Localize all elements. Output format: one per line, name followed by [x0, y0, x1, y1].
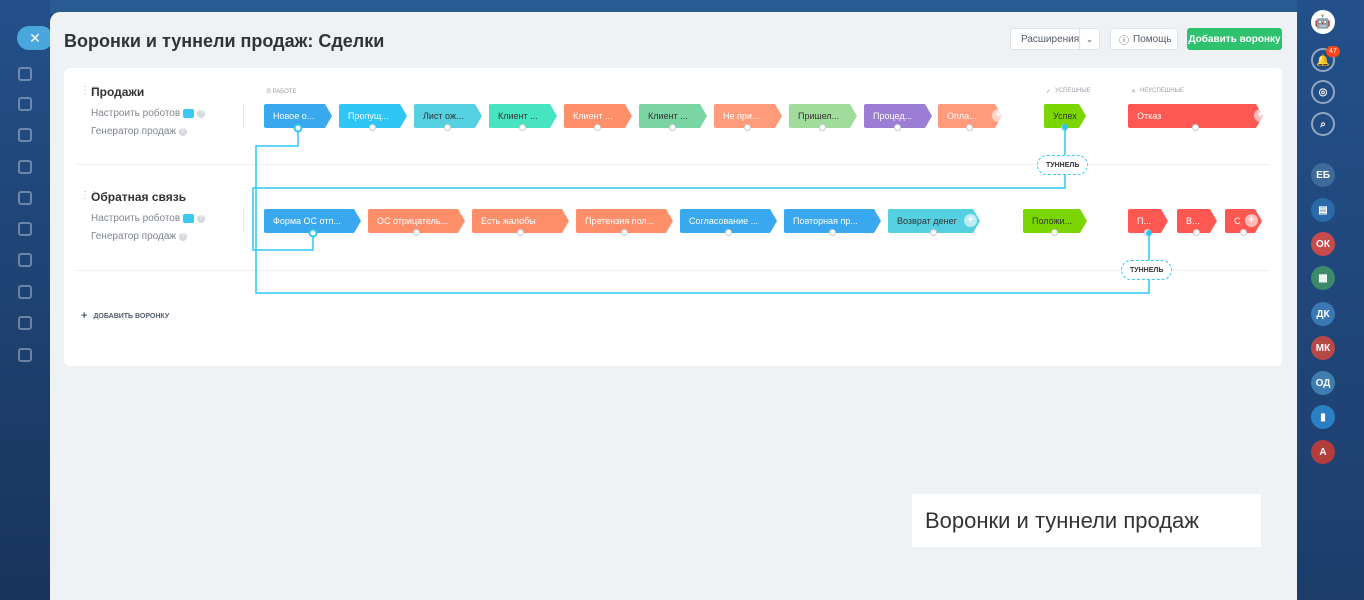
check-icon: ✓ — [1046, 89, 1052, 95]
menu-chat-icon — [18, 253, 32, 267]
section-fail-label: НЕУСПЕШНЫЕ — [1140, 88, 1184, 94]
extensions-dropdown[interactable]: Расширения ⌄ — [1010, 28, 1100, 50]
funnels-slider-panel: Воронки и туннели продаж: Сделки Расшире… — [50, 12, 1297, 600]
caption-banner: Воронки и туннели продаж — [912, 494, 1261, 547]
stage-dot[interactable] — [519, 124, 526, 131]
left-menu-background — [0, 0, 50, 600]
help-icon[interactable]: ? — [197, 109, 206, 118]
cross-icon: ✕ — [1131, 89, 1137, 95]
help-icon[interactable]: ? — [179, 232, 188, 241]
add-funnel-button[interactable]: Добавить воронку — [1187, 28, 1282, 50]
menu-chart-icon — [18, 160, 32, 174]
generator-link-label: Генератор продаж — [91, 231, 177, 242]
robots-link[interactable]: Настроить роботов? — [91, 108, 206, 119]
section-fail: ✕ НЕУСПЕШНЫЕ — [1131, 88, 1184, 95]
generator-link[interactable]: Генератор продаж? — [91, 126, 188, 137]
notifications-count-badge: 47 — [1326, 46, 1340, 57]
stage-dot[interactable] — [369, 124, 376, 131]
close-slider-button[interactable]: ✕ — [17, 26, 53, 50]
stage-dot[interactable] — [894, 124, 901, 131]
assistant-robot-icon[interactable]: 🤖 — [1311, 10, 1335, 34]
menu-calendar-icon — [18, 97, 32, 111]
stage-dot[interactable] — [1193, 229, 1200, 236]
extensions-label: Расширения — [1021, 33, 1080, 45]
stage-dot[interactable] — [1144, 229, 1151, 236]
robots-link-label: Настроить роботов — [91, 108, 181, 119]
funnels-card: В РАБОТЕ ✓ УСПЕШНЫЕ ✕ НЕУСПЕШНЫЕ ⋮⋮ Продаж… — [64, 68, 1282, 366]
add-funnel-link[interactable]: + ДОБАВИТЬ ВОРОНКУ — [81, 310, 169, 322]
bookmark-icon[interactable]: ▮ — [1311, 405, 1335, 429]
robots-link-label: Настроить роботов — [91, 213, 181, 224]
stage-dot[interactable] — [966, 124, 973, 131]
tunnel-label-feedback[interactable]: ТУННЕЛЬ — [1121, 260, 1173, 280]
generator-link[interactable]: Генератор продаж? — [91, 231, 188, 242]
generator-link-label: Генератор продаж — [91, 126, 177, 137]
help-button[interactable]: ⓘ Помощь — [1110, 28, 1178, 50]
robot-icon — [183, 214, 195, 223]
menu-docs-icon — [18, 316, 32, 330]
add-fail-stage-plus-icon[interactable]: + — [1254, 109, 1267, 122]
stage-dot[interactable] — [516, 229, 524, 236]
stage-dot[interactable] — [444, 124, 451, 131]
robots-link[interactable]: Настроить роботов? — [91, 213, 206, 224]
funnel-name-sales[interactable]: Продажи — [91, 85, 144, 99]
page-title: Воронки и туннели продаж: Сделки — [64, 31, 385, 51]
search-chat-icon[interactable]: ⌕ — [1311, 112, 1335, 136]
right-avatar-4[interactable]: МК — [1311, 336, 1335, 360]
stage-dot[interactable] — [1239, 229, 1247, 236]
stage-dot[interactable] — [744, 124, 751, 131]
section-in-work: В РАБОТЕ — [267, 89, 297, 95]
add-stage-plus-icon[interactable]: + — [964, 214, 977, 227]
info-icon: ⓘ — [1119, 35, 1129, 47]
help-label: Помощь — [1133, 33, 1172, 45]
target-icon[interactable]: ◎ — [1311, 80, 1335, 104]
add-stage-plus-icon[interactable]: + — [992, 109, 1005, 122]
stage-dot[interactable] — [819, 124, 826, 131]
stage-dot[interactable] — [1191, 124, 1199, 131]
stage-dot[interactable] — [412, 229, 420, 236]
stage-dot[interactable] — [594, 124, 601, 131]
stage-dot[interactable] — [308, 229, 316, 236]
stage-dot[interactable] — [294, 124, 301, 131]
menu-cart-icon — [18, 191, 32, 205]
robot-icon — [183, 109, 195, 118]
right-avatar-1[interactable]: ЕБ — [1311, 163, 1335, 187]
plus-icon: + — [81, 310, 88, 322]
section-success-label: УСПЕШНЫЕ — [1055, 88, 1091, 94]
chevron-down-icon[interactable]: ⌄ — [1079, 29, 1099, 49]
divider — [76, 164, 1270, 165]
stage-dot[interactable] — [930, 229, 937, 236]
chat-group-icon[interactable]: ▤ — [1311, 198, 1335, 222]
help-icon[interactable]: ? — [179, 127, 188, 136]
funnel-name-feedback[interactable]: Обратная связь — [91, 190, 186, 204]
menu-filter-icon — [18, 67, 32, 81]
stage-dot[interactable] — [1061, 124, 1068, 131]
section-success: ✓ УСПЕШНЫЕ — [1046, 88, 1091, 95]
divider — [243, 209, 244, 233]
divider — [76, 270, 1270, 271]
stage-dot[interactable] — [828, 229, 836, 236]
stage-dot[interactable] — [620, 229, 628, 236]
menu-stats-icon — [18, 285, 32, 299]
tunnel-label-sales[interactable]: ТУННЕЛЬ — [1037, 155, 1089, 175]
menu-home-icon — [18, 348, 32, 362]
divider — [243, 104, 244, 128]
help-icon[interactable]: ? — [197, 214, 206, 223]
menu-tasks-icon — [18, 222, 32, 236]
right-avatar-3[interactable]: ДК — [1311, 302, 1335, 326]
add-fail-stage-plus-icon[interactable]: + — [1245, 214, 1258, 227]
add-funnel-link-label: ДОБАВИТЬ ВОРОНКУ — [93, 312, 170, 320]
right-avatar-5[interactable]: ОД — [1311, 371, 1335, 395]
right-avatar-2[interactable]: ОК — [1311, 232, 1335, 256]
group-chat-icon[interactable]: ▦ — [1311, 266, 1335, 290]
stage-dot[interactable] — [1051, 229, 1058, 236]
right-avatar-6[interactable]: А — [1311, 440, 1335, 464]
stage-dot[interactable] — [724, 229, 732, 236]
menu-briefcase-icon — [18, 128, 32, 142]
close-icon: ✕ — [29, 29, 41, 46]
stage-dot[interactable] — [669, 124, 676, 131]
